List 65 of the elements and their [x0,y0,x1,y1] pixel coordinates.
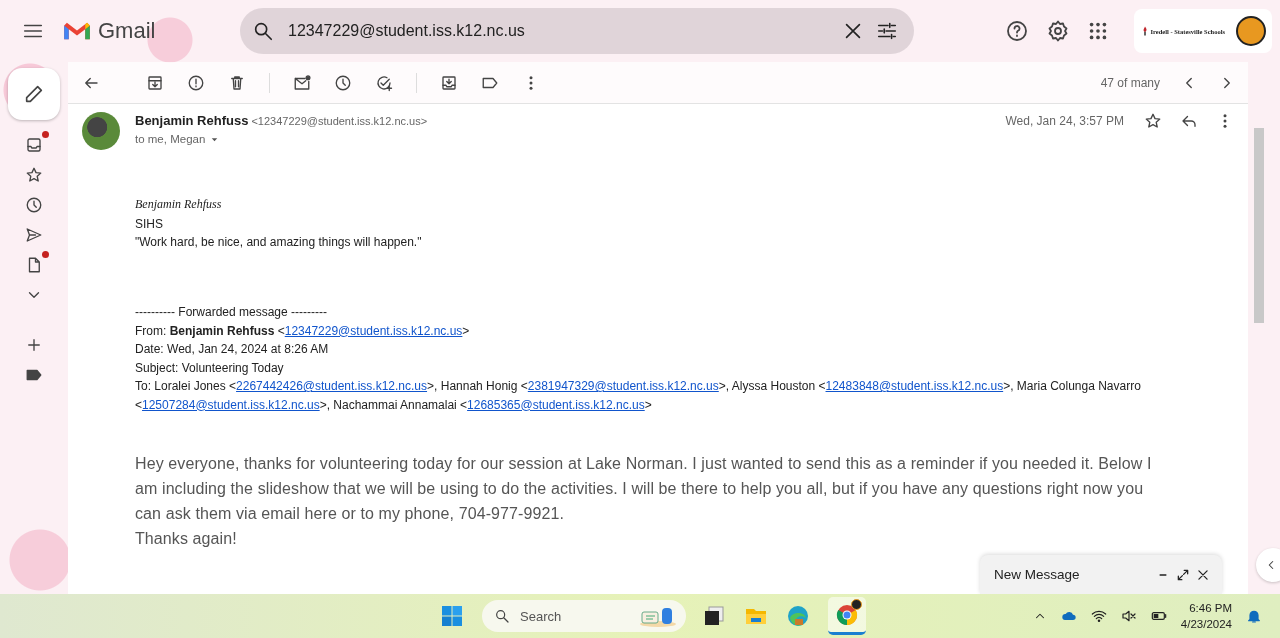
body-paragraph: Hey everyone, thanks for volunteering today for our session at Lake Norman. I just wanted to send this as a reminder if you needed it. Below I am including the slideshow that we will be using to do the activities. I will be there to help you all, but if you have any questions right now you can ask them via email here or to my phone, 704-977-9921. [135,454,1153,524]
signature-line: "Work hard, be nice, and amazing things will happen." [135,234,423,251]
compose-button[interactable] [8,68,60,120]
app-name: Gmail [98,18,156,44]
side-panel-toggle[interactable] [1256,548,1280,582]
scrollbar-thumb[interactable] [1254,128,1264,323]
task-view-icon[interactable] [702,604,726,628]
move-to-icon[interactable] [440,73,458,92]
notification-bell-icon[interactable] [1246,608,1262,624]
signature-name: Benjamin Rehfuss [135,197,223,212]
header-line: Subject: Volunteering Today [135,359,285,377]
pencil-icon [23,83,45,105]
search-icon[interactable] [252,20,274,42]
mark-unread-icon[interactable] [293,73,311,92]
clock-time: 6:46 PM [1189,601,1232,616]
compose-title: New Message [994,567,1080,582]
profile-badge [851,599,862,610]
email-link[interactable]: 12347229@student.iss.k12.nc.us [284,323,463,338]
header-line: From: Benjamin Rehfuss <12347229@student.iss.k12.nc.us> [135,322,471,340]
signature-line: SIHS [135,216,164,233]
forwarded-header: ---------- Forwarded message --------- [135,304,328,321]
close-icon[interactable] [1196,567,1210,582]
mail-logo-icon[interactable] [62,20,92,42]
windows-logo-icon[interactable] [440,604,464,628]
report-icon[interactable] [187,73,205,92]
email-link[interactable]: 12507284@student.iss.k12.nc.us [142,397,320,412]
wave-browser-icon[interactable] [786,604,810,628]
email-link[interactable]: 12483848@student.iss.k12.nc.us [825,379,1004,393]
mail-search-bar[interactable]: 12347229@student.iss.k12.nc.us [240,8,914,54]
search-icon [494,608,510,624]
help-icon[interactable] [1004,19,1029,43]
torch-logo-icon [1141,26,1148,36]
taskbar-search-input[interactable]: Search [518,607,630,625]
header-line: To: Loralei Jones <2267442426@student.iss.k12.nc.us>, Hannah Honig <2381947329@student.iss.k12.nc.us>, Alyssa Houston <12483848@student.iss.k12.nc.us>, Maria Colunga Navarro <12507284@student.iss.k12.nc.us>, Nachammai Annamalai <12685365@student.iss.k12.nc.us> [135,378,1142,414]
mail-search-input[interactable]: 12347229@student.iss.k12.nc.us [286,21,830,41]
clock-date: 4/23/2024 [1180,617,1232,632]
email-link[interactable]: 2267442426@student.iss.k12.nc.us [236,379,428,393]
search-options-icon[interactable] [876,20,898,42]
sender-name: Benjamin Rehfuss [135,113,249,128]
message-position: 47 of many [1100,75,1160,90]
compose-bar[interactable]: New Message [980,555,1222,594]
round-browser-button[interactable] [828,597,866,635]
recipients: to me, Megan [135,133,206,145]
clock-icon[interactable] [25,195,43,214]
send-icon[interactable] [25,225,43,244]
add-task-icon[interactable] [375,73,393,92]
star-icon[interactable] [1144,112,1162,130]
body-paragraph: Thanks again! [135,529,238,549]
email-link[interactable]: 2381947329@student.iss.k12.nc.us [527,379,719,393]
speaker-muted-icon[interactable] [1120,608,1137,624]
taskbar-search-bar[interactable]: Search [482,600,686,632]
archive-icon[interactable] [146,73,164,92]
inbox-icon[interactable] [25,135,43,154]
delete-icon[interactable] [228,73,246,92]
message-date: Wed, Jan 24, 3:57 PM [1005,114,1124,128]
star-icon[interactable] [25,165,43,184]
sender-email: <12347229@student.iss.k12.nc.us> [251,115,428,127]
header-line: Date: Wed, Jan 24, 2024 at 8:26 AM [135,341,330,358]
expand-icon[interactable] [1176,567,1190,582]
round-browser-icon [835,602,859,627]
account-avatar[interactable] [1236,16,1266,46]
email-link[interactable]: 12685365@student.iss.k12.nc.us [467,397,645,412]
sender-photo [82,112,120,150]
snooze-icon[interactable] [334,73,352,92]
wifi-icon[interactable] [1090,608,1107,624]
